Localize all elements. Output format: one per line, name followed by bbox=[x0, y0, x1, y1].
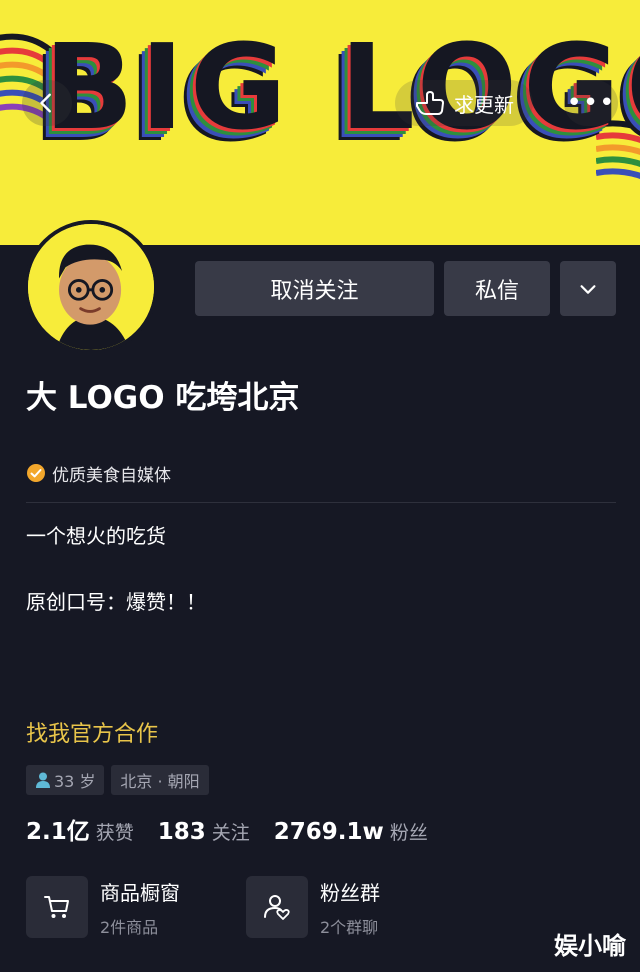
following-label[interactable]: 关注 bbox=[212, 818, 250, 845]
product-showcase-entry[interactable]: 商品橱窗 2件商品 bbox=[26, 874, 236, 940]
likes-label[interactable]: 获赞 bbox=[96, 818, 134, 845]
group-chat-count: 2个群聊 bbox=[320, 917, 379, 937]
group-icon-box bbox=[246, 876, 308, 938]
avatar[interactable] bbox=[24, 220, 158, 354]
watermark: 娱小喻 bbox=[554, 932, 626, 960]
bio-line-1: 一个想火的吃货 bbox=[26, 524, 166, 548]
divider bbox=[26, 502, 616, 503]
fan-group-entry[interactable]: 粉丝群 2个群聊 bbox=[246, 874, 456, 940]
fan-group-title: 粉丝群 bbox=[320, 880, 380, 905]
verified-badge-icon bbox=[27, 464, 45, 482]
following-count[interactable]: 183 bbox=[158, 819, 206, 845]
likes-count[interactable]: 2.1亿 bbox=[26, 812, 90, 846]
cart-icon-box bbox=[26, 876, 88, 938]
person-icon bbox=[36, 772, 50, 788]
product-showcase-title: 商品橱窗 bbox=[100, 880, 180, 905]
request-update-button[interactable]: 求更新 bbox=[395, 80, 533, 126]
recommend-dropdown-button[interactable] bbox=[560, 261, 616, 316]
profile-stats: 2.1亿 获赞 183 关注 2769.1w 粉丝 bbox=[26, 812, 452, 848]
message-button[interactable]: 私信 bbox=[444, 261, 550, 316]
avatar-image bbox=[28, 224, 154, 350]
more-dots-icon: ••• bbox=[566, 88, 616, 118]
back-button[interactable] bbox=[22, 80, 72, 126]
hand-pointer-icon bbox=[416, 91, 444, 115]
more-options-button[interactable]: ••• bbox=[564, 80, 618, 126]
followers-count[interactable]: 2769.1w bbox=[274, 819, 384, 845]
group-chat-icon bbox=[264, 895, 290, 920]
back-arrow-icon bbox=[40, 93, 51, 113]
age-tag: 33 岁 bbox=[26, 765, 104, 795]
product-count: 2件商品 bbox=[100, 917, 159, 937]
age-label: 33 岁 bbox=[54, 772, 96, 791]
verification-label: 优质美食自媒体 bbox=[52, 465, 171, 486]
chevron-down-icon bbox=[580, 284, 596, 294]
verification-badge: 优质美食自媒体 bbox=[26, 461, 171, 486]
profile-banner: BIG LOGO bbox=[0, 0, 640, 245]
request-update-label: 求更新 bbox=[454, 92, 514, 117]
location-label: 北京 · 朝阳 bbox=[120, 772, 200, 791]
cart-icon bbox=[44, 896, 69, 918]
profile-name: 大 LOGO 吃垮北京 bbox=[26, 380, 300, 416]
official-cooperation-link[interactable]: 找我官方合作 bbox=[26, 716, 158, 748]
location-tag: 北京 · 朝阳 bbox=[111, 765, 209, 795]
banner-logo-text: BIG LOGO bbox=[44, 18, 640, 156]
unfollow-button[interactable]: 取消关注 bbox=[195, 261, 434, 316]
bio-line-2: 原创口号：爆赞！！ bbox=[26, 590, 206, 614]
followers-label[interactable]: 粉丝 bbox=[390, 818, 428, 845]
